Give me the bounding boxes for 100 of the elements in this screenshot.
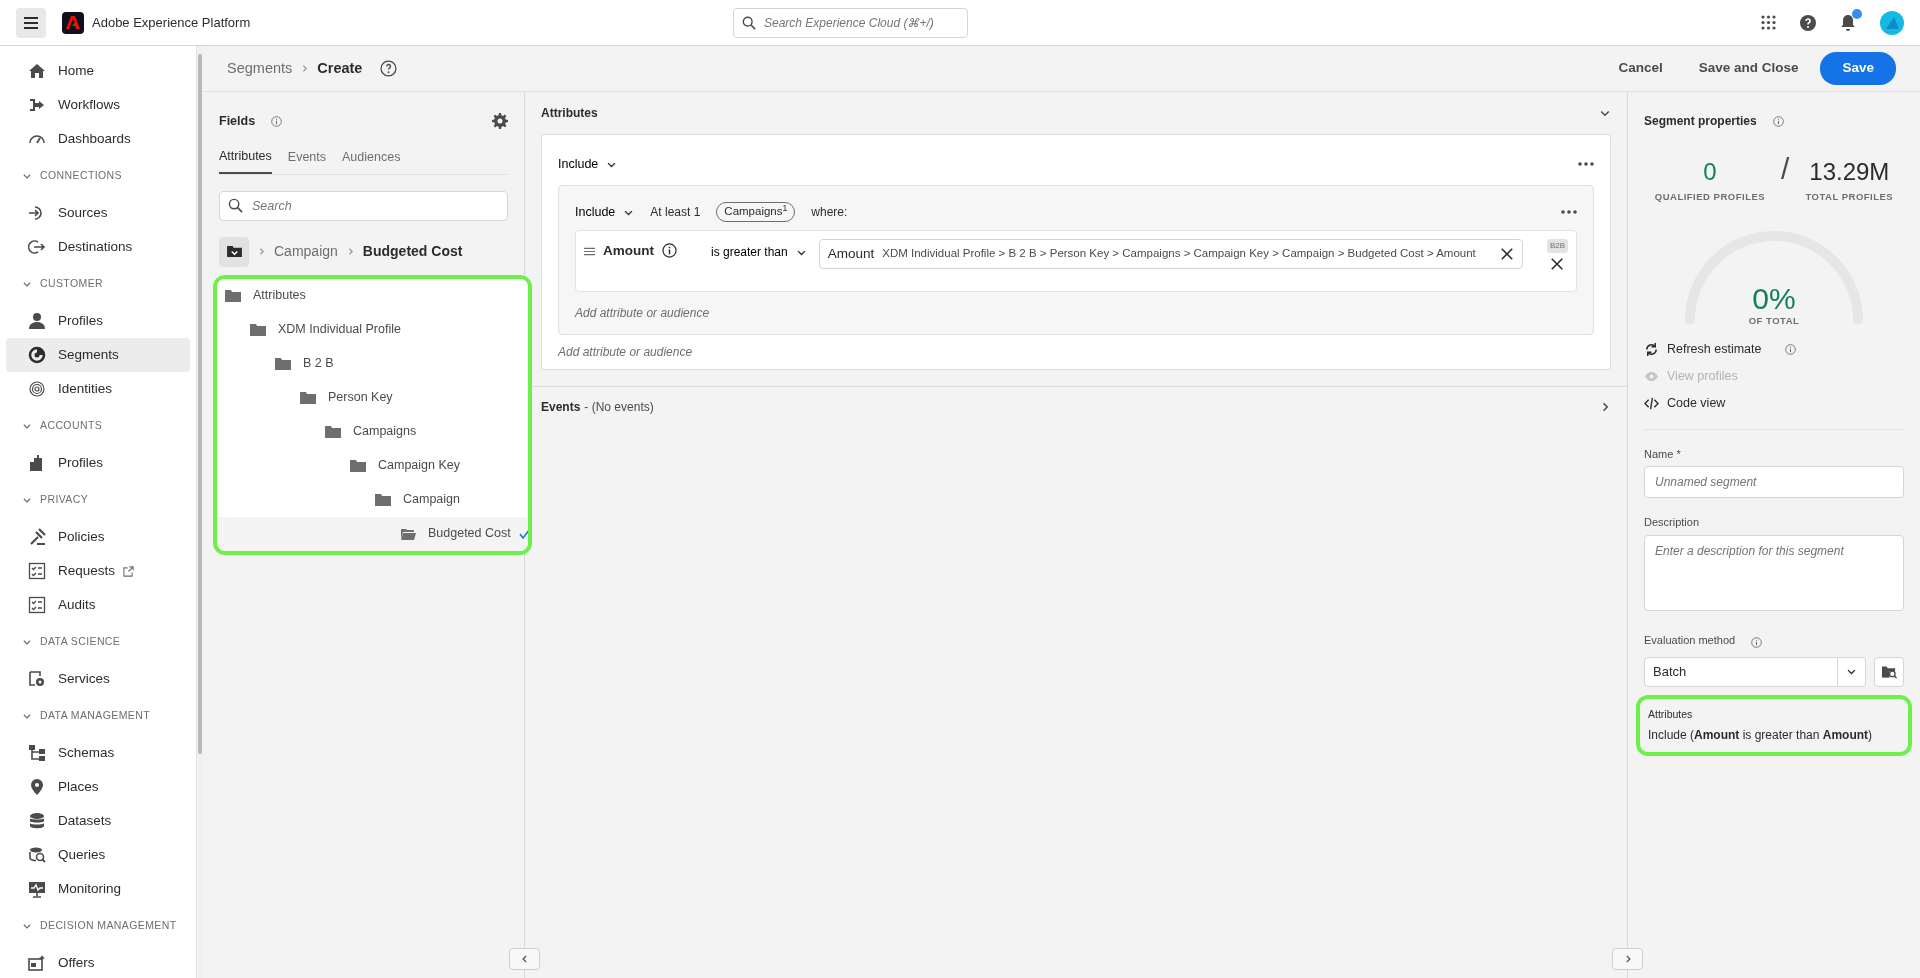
folder-icon [350,458,366,473]
add-link[interactable]: Add attribute or audience [558,335,1594,369]
person-icon [28,312,46,330]
separator-text: / [1781,154,1790,184]
sidebar-item[interactable]: Queries [6,838,190,872]
sidebar-item[interactable]: Requests [6,554,190,588]
refresh-icon [1644,342,1659,358]
sidebar-item[interactable]: Sources [6,196,190,230]
folder-icon [325,424,341,439]
sidebar-item[interactable]: Segments [6,338,190,372]
help-icon[interactable] [380,60,398,77]
bell-icon[interactable] [1840,14,1856,31]
section-header[interactable]: DATA SCIENCE [22,634,121,650]
database-search-icon [28,846,46,864]
search-field[interactable]: Search Experience Cloud (⌘+/) [733,8,968,38]
method-dropdown[interactable]: Batch [1644,656,1866,687]
sidebar-item[interactable]: Datasets [6,804,190,838]
section-header[interactable]: ACCOUNTS [22,418,103,434]
browse-button[interactable] [1874,656,1904,687]
action-link[interactable]: Code view [1644,393,1726,413]
field-label: Description [1644,515,1701,530]
tab[interactable]: Events [287,146,327,174]
path-link[interactable]: Campaign [274,241,338,262]
section-header[interactable]: CONNECTIONS [22,168,122,184]
checklist-icon [28,562,46,580]
close-icon [1550,257,1565,271]
tree-item[interactable]: Attributes [217,278,528,313]
settings-icon[interactable] [492,113,508,130]
search-icon [228,197,243,213]
section-header[interactable]: CUSTOMER [22,276,104,292]
tab[interactable]: Audiences [342,146,401,174]
chevron-right-icon [257,247,266,256]
cancel-button[interactable]: Cancel [1604,52,1677,85]
add-link[interactable]: Add attribute or audience [575,296,1577,330]
scrollbar[interactable] [196,46,203,978]
sidebar-item[interactable]: Schemas [6,736,190,770]
sidebar-item[interactable]: Audits [6,588,190,622]
folder-icon [226,245,242,258]
panel-title: Fields [219,113,256,130]
close-icon [1499,247,1514,261]
sidebar-item[interactable]: Home [6,54,190,88]
flow-icon [28,96,46,114]
save-and-close-button[interactable]: Save and Close [1684,52,1813,85]
help-icon[interactable] [1800,14,1816,31]
sidebar-item[interactable]: Offers [6,946,190,978]
sidebar-item[interactable]: Services [6,662,190,696]
tree-item[interactable]: Campaign Key [217,448,528,483]
include-dropdown[interactable]: Include [558,154,618,174]
name-field[interactable]: Unnamed segment [1644,466,1904,498]
menu-button[interactable] [16,7,46,38]
sidebar-item[interactable]: Identities [6,372,190,406]
info-icon [1751,636,1763,648]
tree-item[interactable]: Campaign [217,482,528,517]
sidebar-item[interactable]: Monitoring [6,872,190,906]
chevron-icon [22,711,32,721]
action-link[interactable]: Refresh estimate [1644,340,1762,359]
include-dropdown[interactable]: Include [575,202,635,222]
section-header[interactable]: DATA MANAGEMENT [22,708,151,724]
save-button[interactable]: Save [1820,52,1896,85]
tab[interactable]: Attributes [219,146,272,174]
sidebar-item[interactable]: Workflows [6,88,190,122]
breadcrumb-link[interactable]: Segments [227,57,293,80]
tree-item[interactable]: Budgeted Cost [217,516,528,551]
info-icon[interactable] [662,243,677,258]
description-field[interactable]: Enter a description for this segment [1644,534,1904,611]
value-field[interactable]: Amount XDM Individual Profile > B 2 B > Person Key > Campaigns > Campaign Key > Campaign > Budgeted Cost > Amount [818,239,1523,269]
b2b-badge: B2B [1546,239,1568,253]
search-field[interactable]: Search [219,190,508,221]
tree-item[interactable]: Campaigns [217,414,528,449]
home-icon [28,62,46,80]
pin-icon [28,778,46,796]
section-title: Events [541,398,581,416]
sidebar-item[interactable]: Dashboards [6,122,190,156]
folder-icon [250,322,266,337]
sidebar-item[interactable]: Places [6,770,190,804]
folder-menu-button[interactable] [219,236,249,267]
panel-title: Segment properties [1644,113,1757,130]
page-title: Create [317,58,363,78]
sidebar-item[interactable]: Policies [6,520,190,554]
sidebar-item[interactable]: Profiles [6,304,190,338]
drag-handle-icon[interactable] [584,247,595,256]
operator-dropdown[interactable]: is greater than [711,243,807,261]
remove-button[interactable] [1550,257,1565,271]
section-header[interactable]: PRIVACY [22,492,89,508]
more-icon[interactable] [1561,210,1577,214]
a-logo-icon [66,16,80,29]
sidebar-item[interactable]: Destinations [6,230,190,264]
menu-icon [24,16,38,29]
sidebar-item[interactable]: Profiles [6,446,190,480]
avatar[interactable] [1880,10,1904,35]
tree-item[interactable]: XDM Individual Profile [217,312,528,347]
field-label: Evaluation method [1644,633,1736,648]
tree-item[interactable]: B 2 B [217,346,528,381]
folder-icon [225,288,241,303]
apps-icon[interactable] [1761,15,1776,30]
where-text: where: [811,204,848,221]
quantifier-text: At least 1 [650,204,701,221]
tree-item[interactable]: Person Key [217,380,528,415]
section-header[interactable]: DECISION MANAGEMENT [22,918,177,934]
more-icon[interactable] [1578,162,1594,166]
